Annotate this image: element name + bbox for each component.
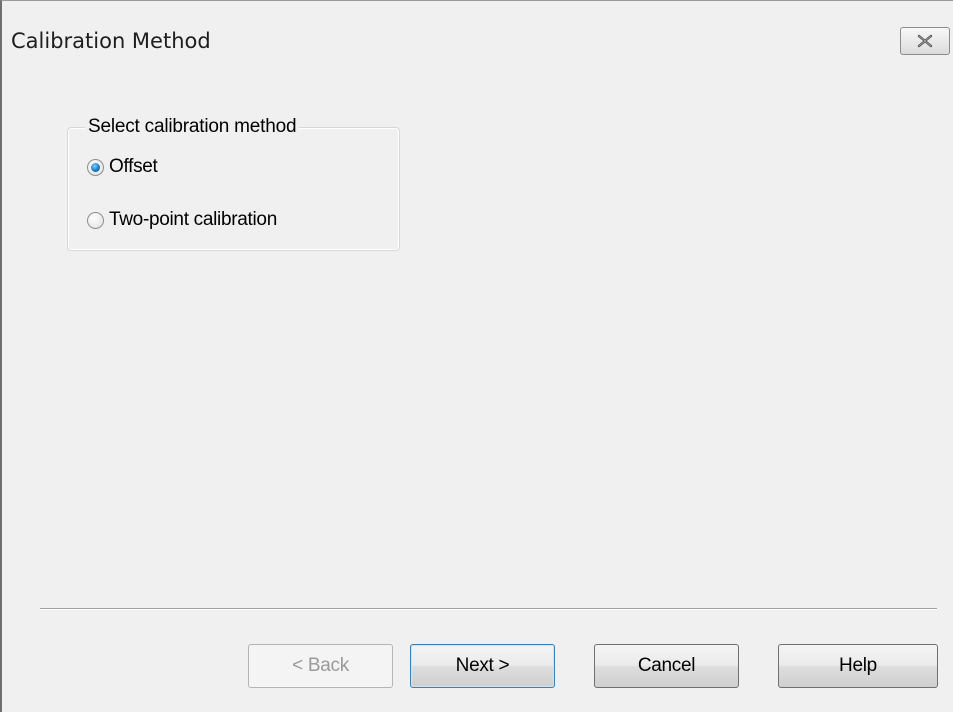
button-separator bbox=[40, 608, 937, 610]
close-button[interactable] bbox=[900, 27, 950, 55]
radio-option-two-point-calibration[interactable]: Two-point calibration bbox=[87, 207, 277, 233]
groupbox-legend: Select calibration method bbox=[85, 115, 300, 139]
offset-radio-label[interactable]: Offset bbox=[109, 155, 158, 179]
window-title: Calibration Method bbox=[11, 29, 211, 53]
two-point-calibration-radio[interactable] bbox=[87, 211, 104, 229]
next-button[interactable]: Next > bbox=[410, 644, 555, 688]
calibration-method-dialog: Calibration Method Select calibration me… bbox=[0, 0, 953, 712]
cancel-button[interactable]: Cancel bbox=[594, 644, 739, 688]
back-button[interactable]: < Back bbox=[248, 644, 393, 688]
offset-radio[interactable] bbox=[87, 158, 104, 176]
close-icon bbox=[916, 34, 934, 48]
radio-option-offset[interactable]: Offset bbox=[87, 154, 158, 180]
two-point-calibration-radio-label[interactable]: Two-point calibration bbox=[109, 208, 277, 232]
help-button[interactable]: Help bbox=[778, 644, 938, 688]
title-bar: Calibration Method bbox=[2, 1, 953, 66]
